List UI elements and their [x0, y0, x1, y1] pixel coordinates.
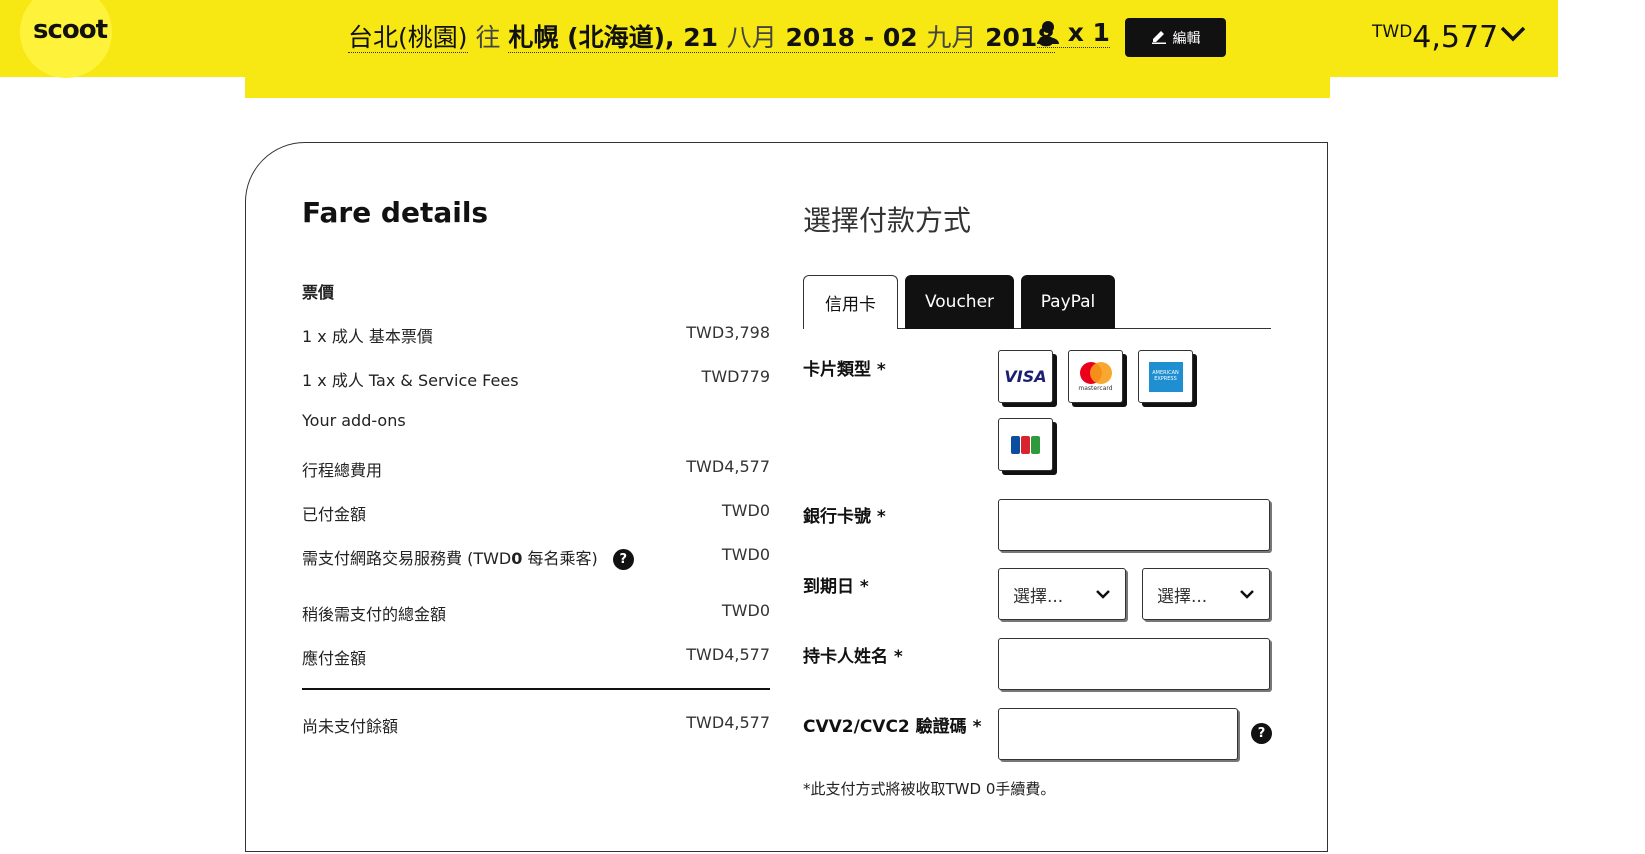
expiry-month-select[interactable]: 選擇... [998, 568, 1126, 620]
passenger-count[interactable]: x 1 [1037, 18, 1110, 48]
trip-total-row: 行程總費用 TWD4,577 [302, 457, 770, 480]
cardholder-name-input[interactable] [998, 638, 1270, 690]
fee-note: *此支付方式將被收取TWD 0手續費。 [803, 780, 1056, 798]
edit-label: 編輯 [1172, 30, 1201, 47]
expiry-year-select[interactable]: 選擇... [1142, 568, 1270, 620]
person-icon [1037, 18, 1068, 47]
edit-button[interactable]: 編輯 [1125, 18, 1226, 57]
return-day: 02 [882, 23, 918, 52]
card-type-label: 卡片類型 * [803, 360, 886, 380]
cvv-input[interactable] [998, 708, 1238, 760]
date-dash: - [863, 23, 875, 52]
fare-section-label: 票價 [302, 283, 335, 302]
jcb-card-option[interactable] [998, 418, 1053, 471]
chevron-down-icon [1240, 590, 1254, 599]
amex-logo: AMERICAN EXPRESS [1148, 361, 1183, 392]
pencil-icon [1151, 28, 1167, 48]
jcb-logo [1011, 435, 1040, 454]
visa-logo: VISA [1004, 367, 1047, 386]
origin-city: 台北(桃園) [348, 23, 468, 53]
header-total[interactable]: TWD4,577 [1372, 20, 1498, 55]
to-word: 往 [475, 23, 501, 52]
mastercard-card-option[interactable]: mastercard [1068, 350, 1123, 403]
tab-paypal[interactable]: PayPal [1021, 275, 1115, 329]
tab-voucher[interactable]: Voucher [905, 275, 1014, 329]
chevron-down-icon[interactable] [1500, 24, 1526, 48]
base-fare-row: 1 x 成人 基本票價 TWD3,798 [302, 323, 770, 346]
payment-method-title: 選擇付款方式 [803, 204, 972, 237]
passenger-count-label: x 1 [1067, 18, 1110, 47]
fare-details-title: Fare details [302, 196, 489, 229]
online-fee-row: 需支付網路交易服務費 (TWD0 每名乘客) ? TWD0 [302, 545, 770, 570]
balance-row: 尚未支付餘額 TWD4,577 [302, 713, 770, 736]
visa-card-option[interactable]: VISA [998, 350, 1053, 403]
return-month: 九月 [926, 23, 977, 52]
tab-credit-card[interactable]: 信用卡 [803, 275, 898, 329]
card-number-input[interactable] [998, 499, 1270, 551]
mastercard-logo [1079, 362, 1112, 384]
fare-divider [302, 688, 770, 690]
chevron-down-icon [1096, 590, 1110, 599]
total-currency: TWD [1372, 22, 1413, 42]
amex-card-option[interactable]: AMERICAN EXPRESS [1138, 350, 1193, 403]
addons-row: Your add-ons [302, 411, 406, 430]
top-bar-extension [245, 77, 1330, 98]
expiry-label: 到期日 * [803, 577, 869, 597]
help-icon[interactable]: ? [612, 549, 634, 570]
paid-amount-row: 已付金額 TWD0 [302, 501, 770, 524]
total-amount: 4,577 [1412, 20, 1499, 55]
help-icon[interactable]: ? [1251, 723, 1272, 744]
cardholder-name-label: 持卡人姓名 * [803, 647, 903, 667]
card-number-label: 銀行卡號 * [803, 507, 886, 527]
tax-fee-row: 1 x 成人 Tax & Service Fees TWD779 [302, 367, 770, 390]
depart-month: 八月 [726, 23, 777, 52]
depart-day: 21 [683, 23, 719, 52]
cvv-label: CVV2/CVC2 驗證碼 * [803, 717, 982, 737]
itinerary-summary[interactable]: 台北(桃園) 往 札幌 (北海道), 21 八月 2018 - 02 九月 20… [348, 18, 1055, 54]
destination-city: 札幌 (北海道), 21 八月 2018 - 02 九月 2018 [508, 23, 1055, 53]
later-payment-row: 稍後需支付的總金額 TWD0 [302, 601, 770, 624]
depart-year: 2018 [785, 23, 856, 52]
scoot-logo[interactable]: scoot [33, 15, 108, 45]
amount-due-row: 應付金額 TWD4,577 [302, 645, 770, 668]
